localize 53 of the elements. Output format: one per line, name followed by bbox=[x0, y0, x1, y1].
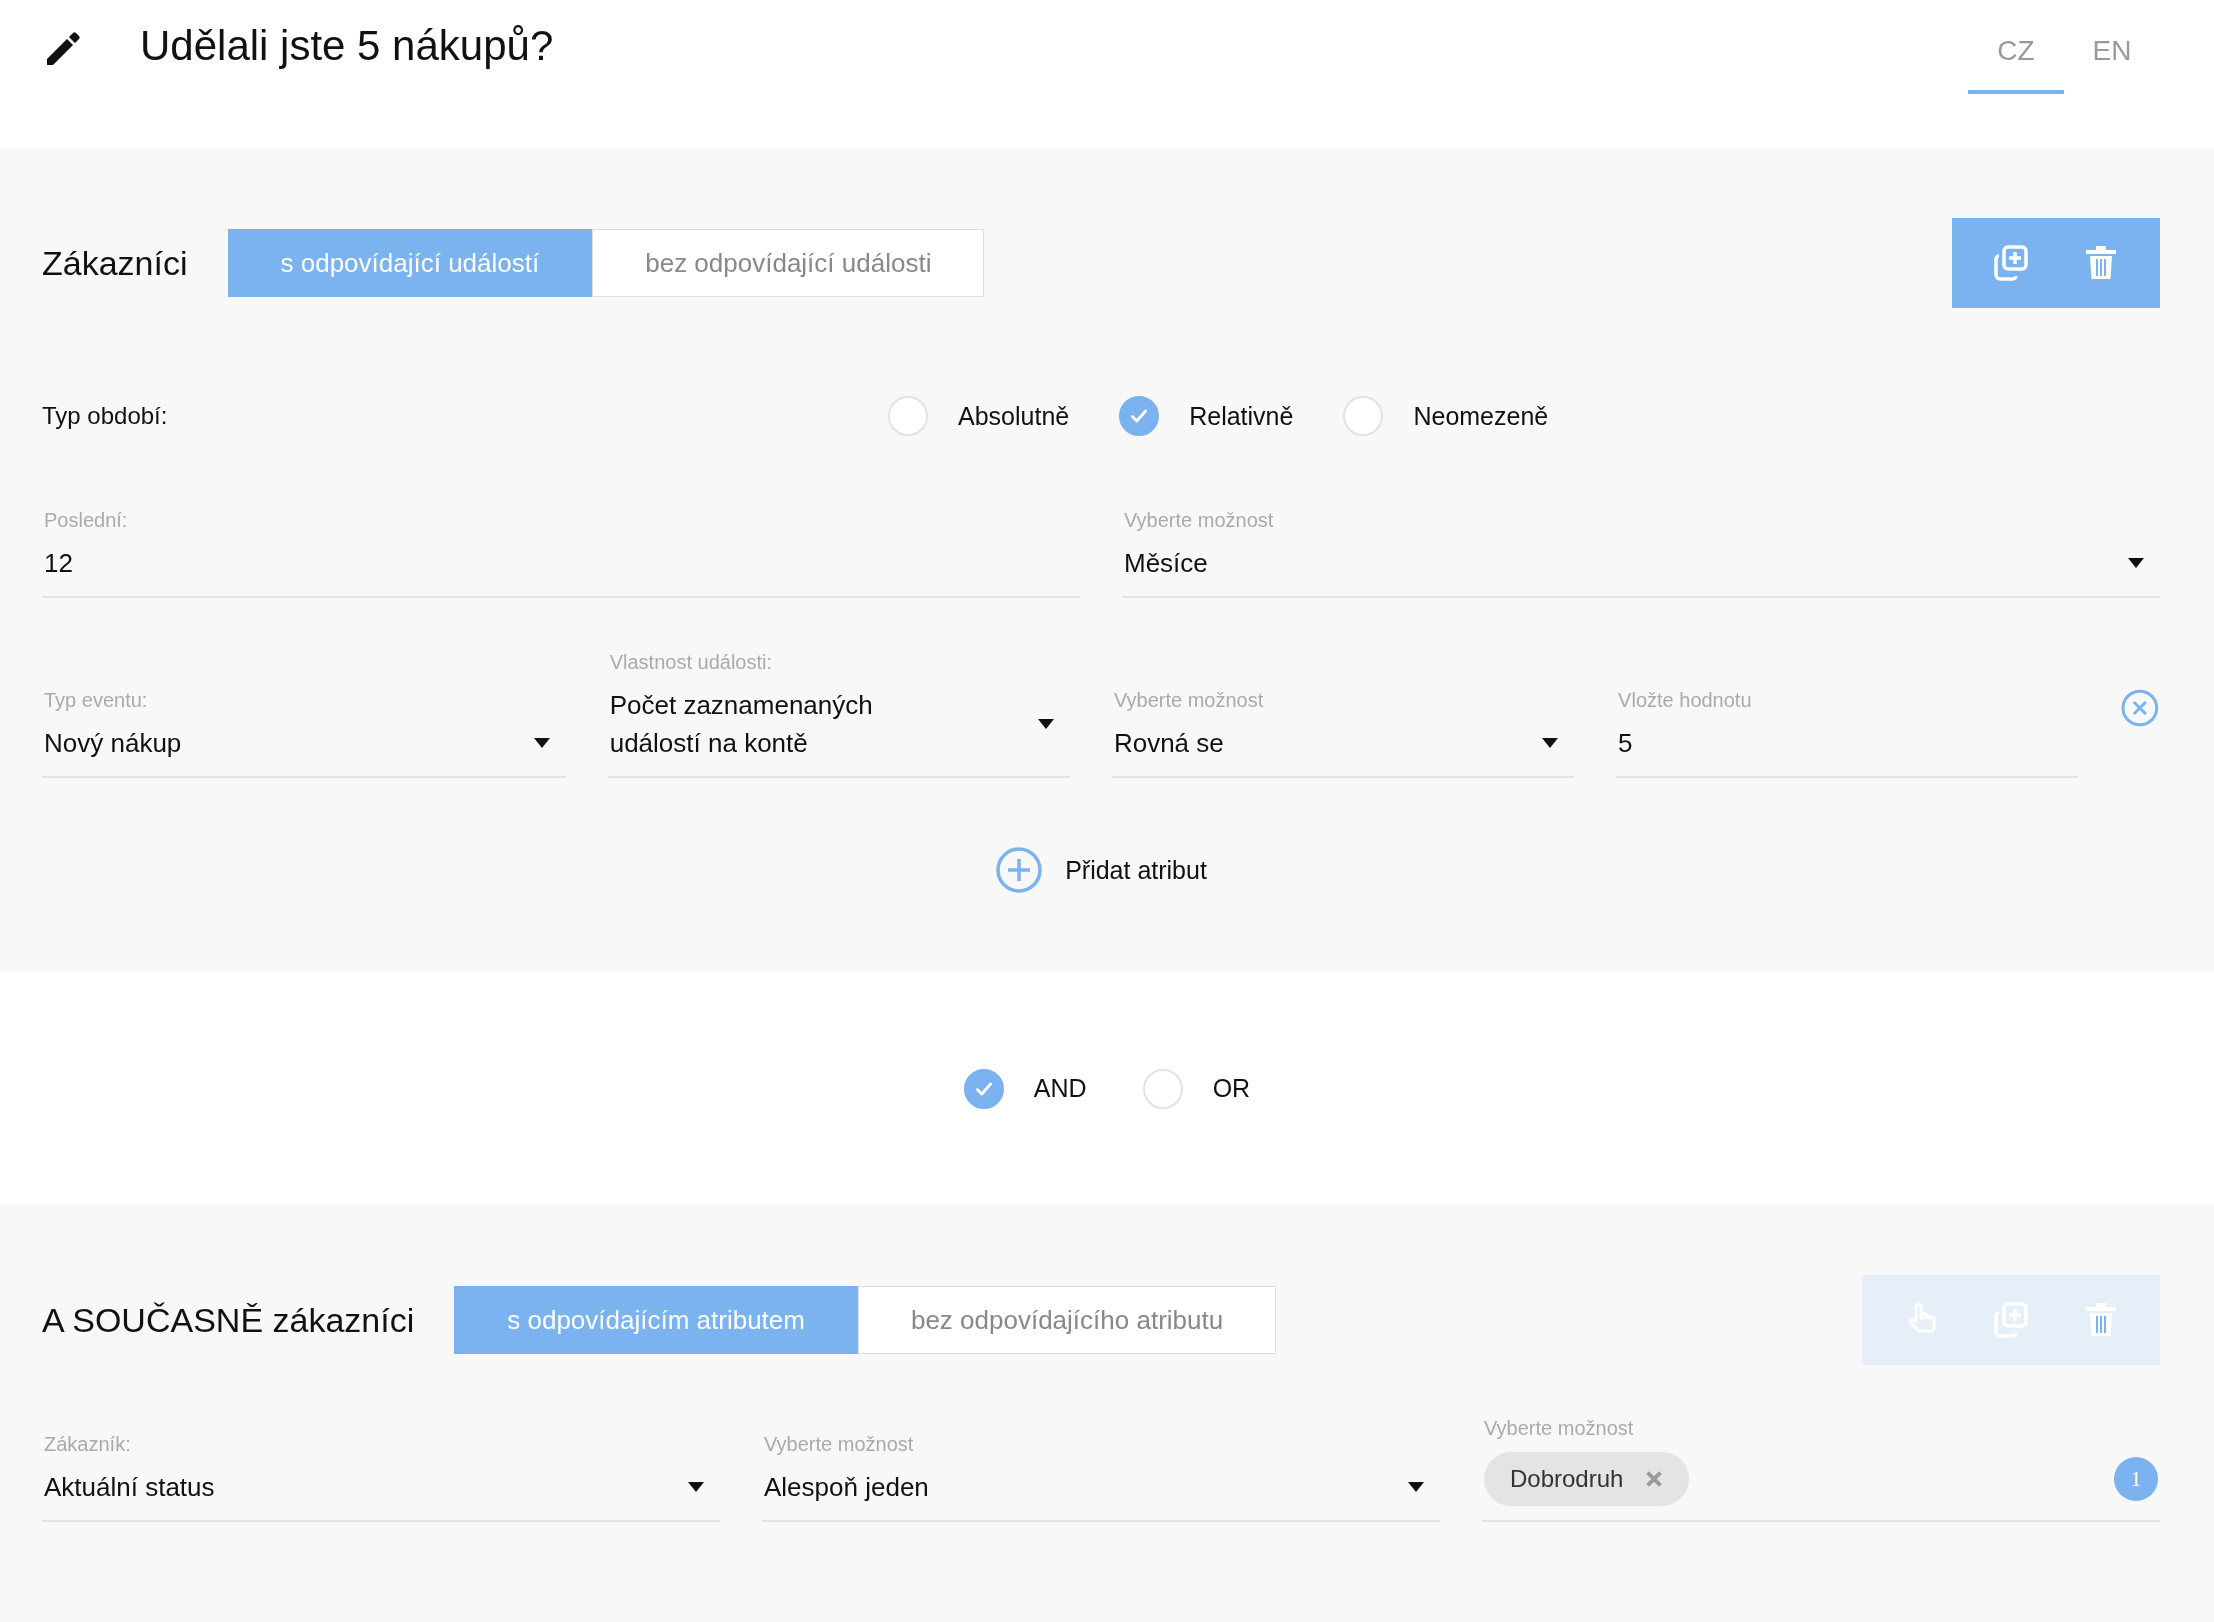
dropdown-caret-icon bbox=[1408, 1482, 1424, 1492]
field-label: Typ eventu: bbox=[44, 689, 149, 712]
select-field[interactable]: Vyberte možnost Rovná se bbox=[1111, 689, 1575, 778]
dropdown-caret-icon bbox=[688, 1482, 704, 1492]
page-title: Udělali jste 5 nákupů? bbox=[140, 22, 554, 70]
block-title: Zákazníci bbox=[42, 243, 188, 283]
field-label: Vyberte možnost bbox=[1484, 1417, 1635, 1440]
field-value: Počet zaznamenaných událostí na kontě bbox=[609, 689, 874, 760]
select-field[interactable]: Zákazník: Aktuální status bbox=[42, 1433, 720, 1522]
tag-label: Dobrodruh bbox=[1510, 1465, 1624, 1493]
select-field[interactable]: Vlastnost události: Počet zaznamenaných událostí na kontě bbox=[607, 651, 1070, 778]
block-title: A SOUČASNĚ zákazníci bbox=[42, 1300, 415, 1340]
radio-button[interactable] bbox=[1119, 396, 1160, 436]
input-field[interactable]: Vložte hodnotu 5 bbox=[1616, 689, 2079, 778]
dropdown-caret-icon bbox=[2128, 558, 2144, 568]
field-value: Rovná se bbox=[1113, 727, 1225, 760]
radio-label: OR bbox=[1212, 1074, 1251, 1103]
radio-label: AND bbox=[1033, 1074, 1087, 1103]
count-badge: 1 bbox=[2114, 1457, 2158, 1501]
remove-icon[interactable] bbox=[1645, 1470, 1664, 1488]
select-field[interactable]: Typ eventu: Nový nákup bbox=[42, 689, 566, 778]
field-value: Nový nákup bbox=[44, 727, 183, 760]
segment-tab[interactable]: bez odpovídajícího atributu bbox=[857, 1286, 1277, 1354]
field-label: Vlastnost události: bbox=[609, 651, 774, 674]
radio-label: Neomezeně bbox=[1413, 401, 1549, 431]
select-field[interactable]: Vyberte možnost Měsíce bbox=[1122, 509, 2160, 598]
field-value: Aktuální status bbox=[44, 1471, 216, 1504]
select-field[interactable]: Vyberte možnost Alespoň jeden bbox=[762, 1433, 1440, 1522]
dropdown-caret-icon bbox=[1542, 738, 1559, 748]
field-value: 12 bbox=[44, 547, 74, 580]
field-label: Poslední: bbox=[44, 509, 129, 532]
add-attribute-button[interactable]: Přidat atribut bbox=[989, 845, 1213, 895]
duplicate-icon bbox=[1991, 1300, 2031, 1340]
tag-select-field[interactable]: Vyberte možnost Dobrodruh 1 bbox=[1482, 1417, 2160, 1522]
plus-circle-icon bbox=[995, 846, 1044, 894]
field-label: Zákazník: bbox=[44, 1433, 132, 1456]
input-field[interactable]: Poslední: 12 bbox=[42, 509, 1080, 598]
radio-label: Absolutně bbox=[958, 401, 1070, 431]
dropdown-caret-icon bbox=[1037, 719, 1054, 729]
period-type-label: Typ období: bbox=[42, 402, 169, 430]
field-value: Měsíce bbox=[1124, 547, 1209, 580]
field-label: Vyberte možnost bbox=[764, 1433, 915, 1456]
radio-label: Relativně bbox=[1189, 401, 1294, 431]
radio-button[interactable] bbox=[963, 1068, 1004, 1109]
dropdown-caret-icon bbox=[533, 738, 550, 748]
clear-icon[interactable] bbox=[2120, 688, 2160, 728]
field-value: Alespoň jeden bbox=[764, 1471, 930, 1504]
segment-tab[interactable]: bez odpovídající události bbox=[592, 229, 985, 297]
duplicate-icon bbox=[1991, 243, 2031, 283]
field-label: Vyberte možnost bbox=[1113, 689, 1265, 712]
field-label: Vyberte možnost bbox=[1124, 509, 1275, 532]
field-value: 5 bbox=[1618, 727, 1634, 760]
field-label: Vložte hodnotu bbox=[1618, 689, 1753, 712]
